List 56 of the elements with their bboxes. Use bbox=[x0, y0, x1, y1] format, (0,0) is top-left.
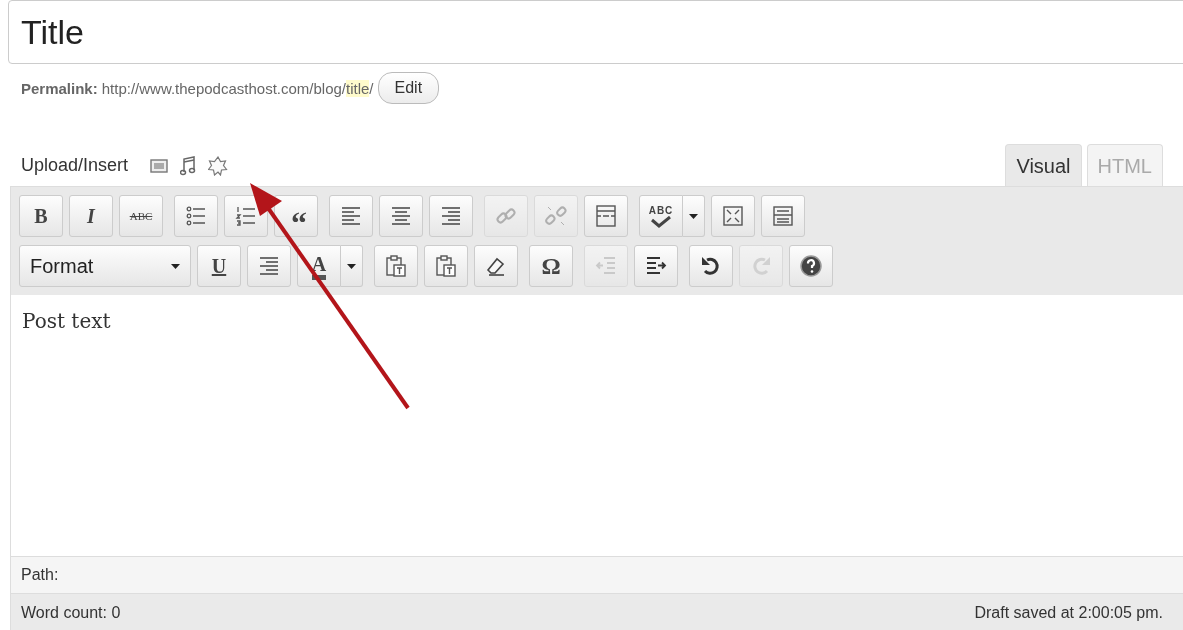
justify-button[interactable] bbox=[247, 245, 291, 287]
spellcheck-button[interactable]: ABC bbox=[639, 195, 683, 237]
fullscreen-icon bbox=[721, 204, 745, 228]
numbered-list-icon bbox=[234, 204, 258, 228]
undo-button[interactable] bbox=[689, 245, 733, 287]
url-suffix: / bbox=[369, 79, 374, 97]
align-right-icon bbox=[439, 204, 463, 228]
align-center-button[interactable] bbox=[379, 195, 423, 237]
post-text: Post text bbox=[22, 309, 111, 333]
align-right-button[interactable] bbox=[429, 195, 473, 237]
dropdown-button[interactable] bbox=[341, 245, 363, 287]
justify-icon bbox=[257, 254, 281, 278]
upload-insert-label: Upload/Insert bbox=[21, 155, 129, 176]
page-break-icon bbox=[594, 204, 618, 228]
title-field[interactable]: Title bbox=[8, 0, 1183, 64]
indent-button[interactable] bbox=[634, 245, 678, 287]
star-icon[interactable] bbox=[208, 155, 229, 176]
word-count: Word count: 0 bbox=[21, 604, 121, 622]
paste-word-button[interactable] bbox=[424, 245, 468, 287]
text-color-button[interactable]: A bbox=[297, 245, 341, 287]
fullscreen-button[interactable] bbox=[711, 195, 755, 237]
broken-chain-icon bbox=[544, 204, 568, 228]
editor-tab[interactable]: Visual bbox=[1005, 144, 1082, 186]
format-dropdown[interactable]: Format bbox=[19, 245, 191, 287]
edit-button[interactable]: Edit bbox=[377, 72, 440, 104]
checkmark-icon bbox=[650, 215, 672, 228]
align-center-icon bbox=[389, 204, 413, 228]
eraser-button[interactable] bbox=[474, 245, 518, 287]
caret-icon bbox=[689, 213, 698, 219]
blockquote-button[interactable]: “ bbox=[274, 195, 318, 237]
align-left-button[interactable] bbox=[329, 195, 373, 237]
dropdown-button[interactable] bbox=[683, 195, 705, 237]
help-icon bbox=[799, 254, 823, 278]
more-tag-button[interactable] bbox=[584, 195, 628, 237]
path-label: Path: bbox=[21, 566, 59, 584]
caret-icon bbox=[347, 263, 356, 269]
permalink-url: http://www.thepodcasthost.com/blog/ bbox=[101, 79, 346, 97]
bullet-list-button[interactable] bbox=[174, 195, 218, 237]
help-button[interactable] bbox=[789, 245, 833, 287]
draft-saved-status: Draft saved at 2:00:05 pm. bbox=[974, 604, 1163, 622]
strikethrough-button[interactable]: ABC bbox=[119, 195, 163, 237]
image-icon[interactable] bbox=[150, 158, 169, 173]
caret-icon bbox=[171, 263, 180, 269]
bullet-list-icon bbox=[184, 204, 208, 228]
italic-button[interactable]: I bbox=[69, 195, 113, 237]
permalink-label: Permalink: bbox=[21, 79, 98, 97]
special-character-button[interactable]: Ω bbox=[529, 245, 573, 287]
paste-text-button[interactable] bbox=[374, 245, 418, 287]
toolbar-toggle-button[interactable] bbox=[761, 195, 805, 237]
underline-button[interactable]: U bbox=[197, 245, 241, 287]
bold-button[interactable]: B bbox=[19, 195, 63, 237]
clipboard-icon bbox=[384, 254, 408, 278]
music-note-icon[interactable] bbox=[180, 155, 197, 176]
clipboard-icon bbox=[434, 254, 458, 278]
align-left-icon bbox=[339, 204, 363, 228]
permalink-slug[interactable]: title bbox=[346, 79, 370, 97]
